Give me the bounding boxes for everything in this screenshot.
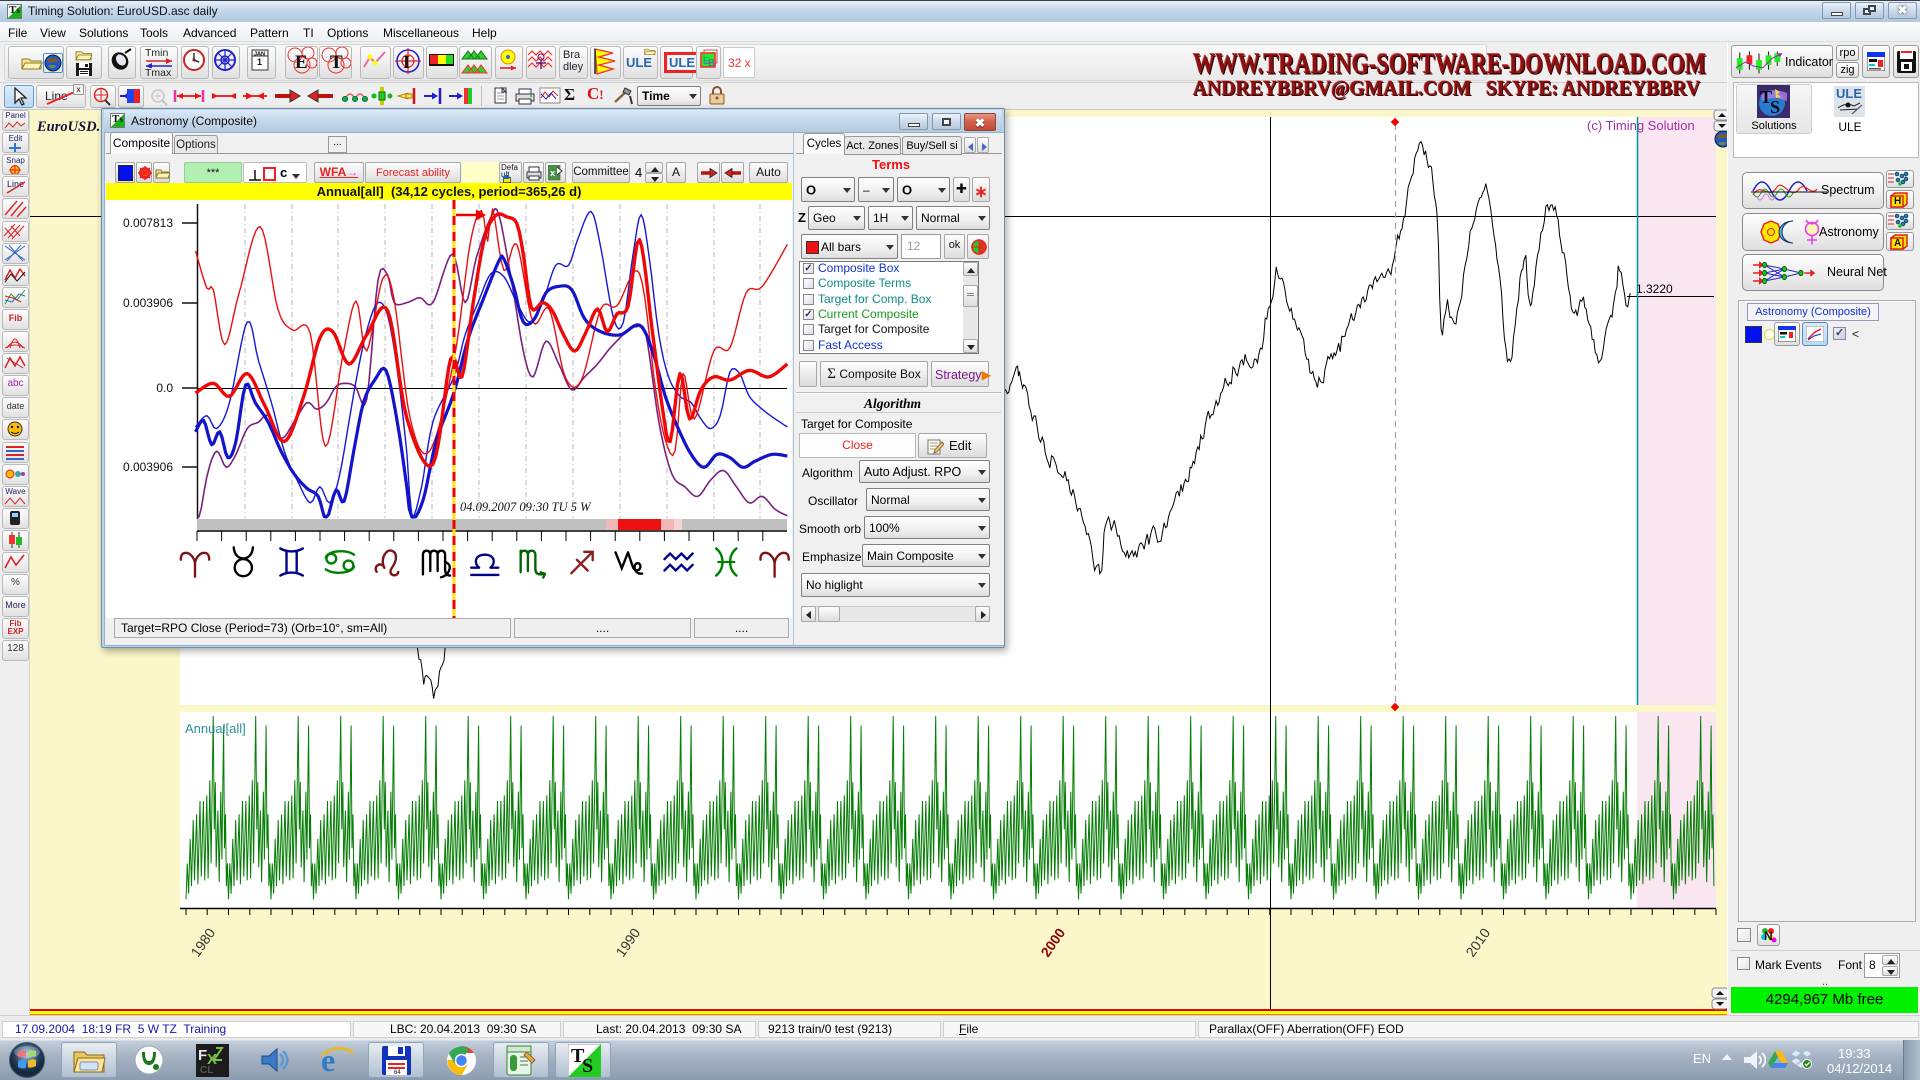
svg-text:x: x	[550, 168, 555, 178]
svg-text:I: I	[403, 52, 410, 72]
svg-text:S: S	[1770, 97, 1780, 117]
svg-text:EuroUSD.: EuroUSD.	[36, 119, 100, 135]
svg-text:0.003906: 0.003906	[123, 296, 173, 310]
svg-text:T: T	[330, 52, 343, 73]
svg-text:N: N	[1764, 929, 1773, 943]
svg-text:H: H	[1894, 196, 1901, 207]
svg-text:04.09.2007 09:30 TU 5 W: 04.09.2007 09:30 TU 5 W	[460, 500, 592, 514]
svg-text:64: 64	[394, 1070, 401, 1076]
svg-text:E: E	[295, 52, 308, 73]
svg-text:1: 1	[257, 57, 262, 67]
svg-text:F: F	[198, 1047, 207, 1064]
svg-text:0.003906: 0.003906	[123, 460, 173, 474]
svg-text:Annual[all]: Annual[all]	[185, 721, 246, 736]
svg-text:ULE: ULE	[1836, 86, 1862, 101]
svg-text:0.0: 0.0	[156, 381, 173, 395]
svg-text:S: S	[582, 1055, 593, 1077]
svg-text:B: B	[708, 58, 715, 69]
svg-text:CL: CL	[200, 1065, 213, 1076]
svg-text:1.3220: 1.3220	[1636, 282, 1673, 296]
svg-text:0.007813: 0.007813	[123, 216, 173, 230]
svg-text:A: A	[1894, 238, 1901, 249]
svg-text:(c) Timing Solution: (c) Timing Solution	[1587, 118, 1695, 133]
